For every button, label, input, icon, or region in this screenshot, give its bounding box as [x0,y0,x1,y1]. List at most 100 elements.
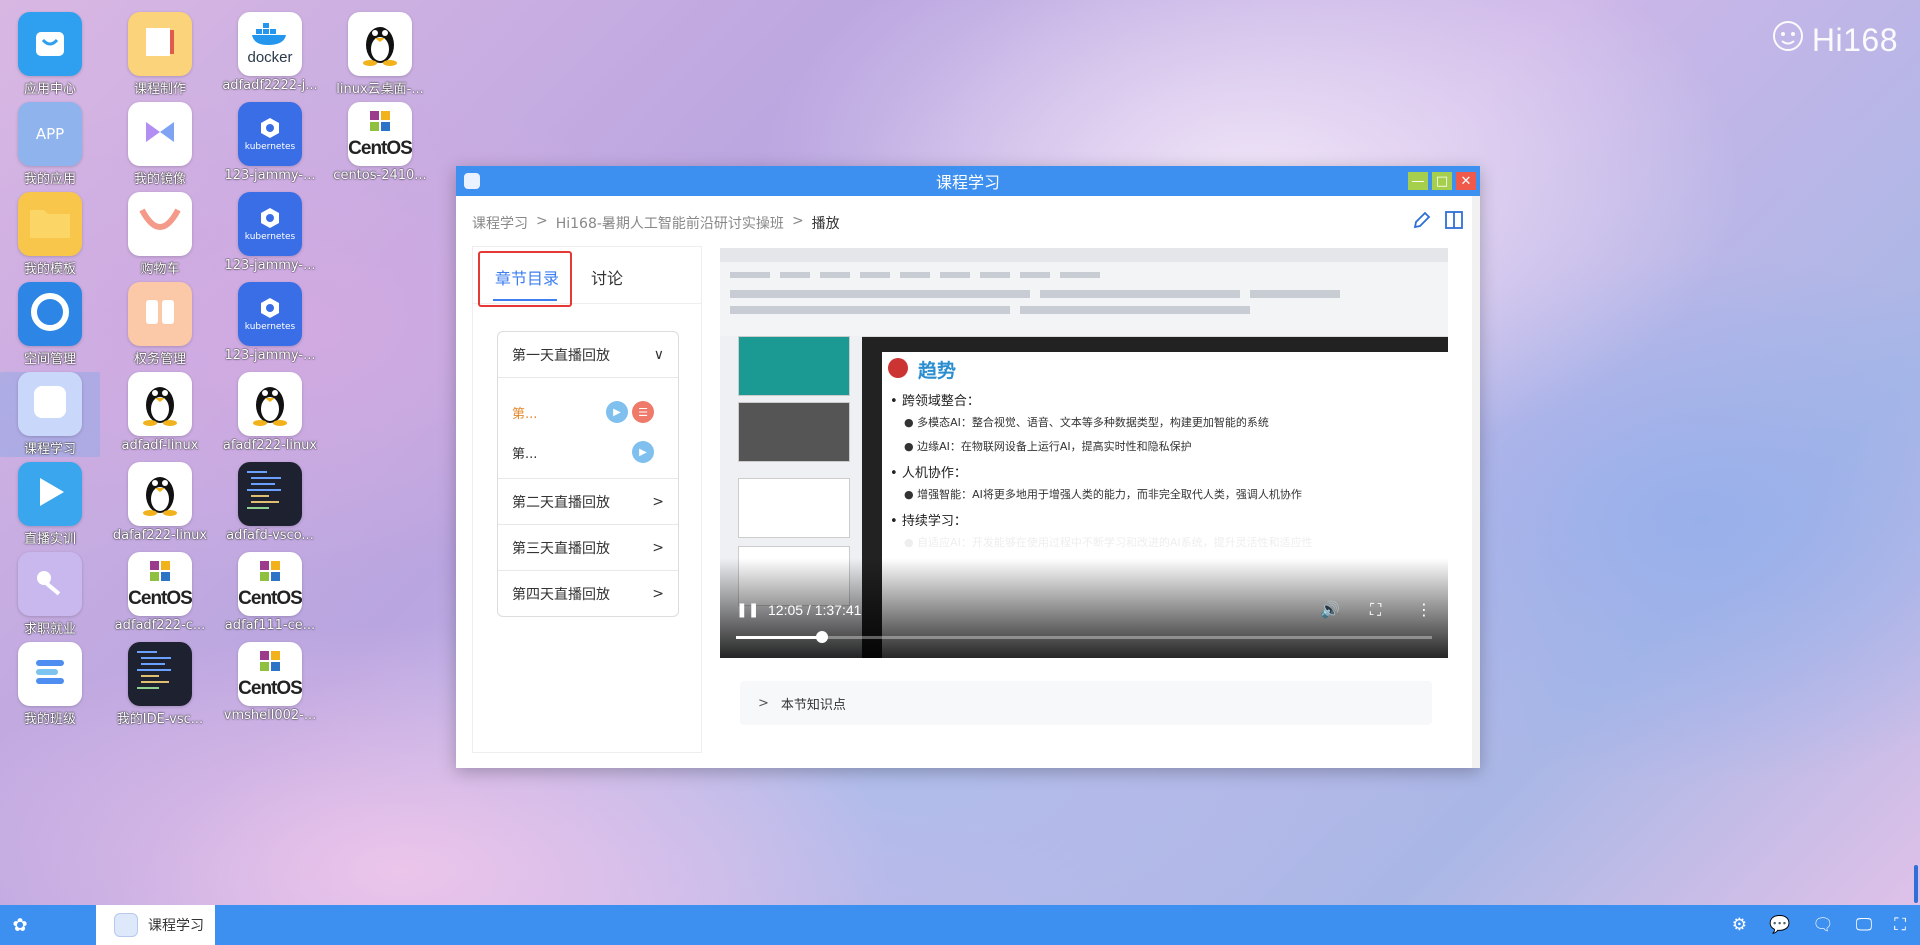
course-window: 课程学习 — □ ✕ 课程学习 > Hi168-暑期人工智能前沿研讨实操班 > … [456,166,1480,768]
desktop-scroll-indicator[interactable] [1914,865,1918,903]
maximize-button[interactable]: □ [1432,172,1452,190]
desktop-icon-ide[interactable]: adfafd-vsco... [220,462,320,543]
fullscreen-icon[interactable]: ⛶ [1370,600,1381,620]
chapter-item[interactable]: 第二天直播回放 > [498,479,678,525]
lesson-title: 第... [512,446,538,462]
chapter-item[interactable]: 第一天直播回放 ∨ [498,332,678,378]
desktop-icon-label: 我的模板 [23,262,76,277]
play-icon [32,474,68,514]
progress-knob[interactable] [815,631,828,643]
desktop-icon-linux[interactable]: dafaf222-linux [110,462,210,543]
desktop-icon-my-apps[interactable]: APP 我的应用 [0,102,100,187]
desktop-icon-label: adfadf222-c... [114,618,206,633]
desktop-icon-k8s[interactable]: kubernetes 123-jammy-... [220,282,320,363]
course-app-icon [114,913,138,937]
window-scrollbar[interactable] [1472,196,1480,768]
volume-icon[interactable]: 🔊 [1320,600,1340,619]
slide-title: 趋势 [918,360,957,382]
tux-icon [138,467,182,521]
chapter-item[interactable]: 第四天直播回放 > [498,571,678,616]
settings-icon[interactable]: ⚙ [1732,915,1747,935]
lesson-title: 第... [512,406,538,422]
chapter-title: 第二天直播回放 [512,494,610,511]
desktop-icon-tasks[interactable]: 权务管理 [110,282,210,367]
minimize-button[interactable]: — [1408,172,1428,190]
breadcrumb-item-course[interactable]: 课程学习 [472,213,528,233]
desktop-icon-space[interactable]: 空间管理 [0,282,100,367]
more-options-icon[interactable]: ⋮ [1416,600,1432,619]
close-button[interactable]: ✕ [1456,172,1476,190]
mirror-icon [140,112,180,156]
desktop-icon-label: 123-jammy-... [224,348,316,363]
chat-icon[interactable]: 🗨 [1812,915,1834,935]
desktop-icon-centos[interactable]: CentOS centos-2410... [330,102,430,183]
desktop-icon-linux[interactable]: linux云桌面-... [330,12,430,97]
kubernetes-icon [259,207,281,232]
tab-discussion[interactable]: 讨论 [591,265,623,289]
tab-chapters[interactable]: 章节目录 [495,265,559,289]
desktop-icon-folder[interactable]: 我的模板 [0,192,100,277]
folder-icon [28,204,72,244]
window-titlebar[interactable]: 课程学习 — □ ✕ [456,166,1480,196]
brand-name: Hi168 [1811,21,1898,58]
desktop-icon-cart[interactable]: 购物车 [110,192,210,277]
knowledge-points-section[interactable]: > 本节知识点 [740,681,1432,725]
window-title: 课程学习 [935,173,1000,192]
kubernetes-wordmark: kubernetes [244,321,296,332]
desktop-icon-linux[interactable]: afadf222-linux [220,372,320,453]
list-icon[interactable]: ☰ [632,401,654,423]
desktop-icon-jobs[interactable]: 求职就业 [0,552,100,637]
system-tray: ⚙ 💬 🗨 🖵 ⛶ [1732,915,1906,935]
lesson-item[interactable]: 第... ▶ ☰ [498,392,678,432]
course-icon [30,382,70,426]
chapter-item[interactable]: 第三天直播回放 > [498,525,678,571]
cloud-mascot-icon [1770,18,1806,62]
desktop-icon-centos[interactable]: CentOS adfadf222-c... [110,552,210,633]
desktop-icon-course-make[interactable]: 课程制作 [110,12,210,97]
desktop-icon-docker[interactable]: docker adfadf2222-j... [220,12,320,93]
knowledge-label: 本节知识点 [780,697,846,713]
video-player[interactable]: 趋势 • 跨领域整合： ● 多模态AI：整合视觉、语音、文本等多种数据类型，构建… [720,248,1448,658]
monitor-icon[interactable]: 🖵 [1856,915,1872,935]
desktop-icon-label: 我的IDE-vsc... [116,712,204,727]
chapter-title: 第四天直播回放 [512,586,610,603]
desktop-icon-k8s[interactable]: kubernetes 123-jammy-... [220,102,320,183]
desktop-icon-linux[interactable]: adfadf-linux [110,372,210,453]
app-store-icon: APP [35,125,65,143]
desktop-icon-centos[interactable]: CentOS adfaf111-ce... [220,552,320,633]
split-view-icon[interactable] [1444,210,1464,235]
video-time: 12:05 / 1:37:41 [768,602,862,618]
desktop-icon-label: adfadf-linux [121,438,199,453]
play-icon[interactable]: ▶ [632,441,654,463]
video-progress-bar[interactable] [736,631,1432,643]
video-controls: ❚❚ 12:05 / 1:37:41 🔊 ⛶ ⋮ [720,598,1448,658]
edit-icon[interactable] [1412,210,1432,235]
desktop-icon-app-center[interactable]: 应用中心 [0,12,100,97]
taskbar-app-course[interactable]: 课程学习 [96,905,215,945]
desktop-icon-k8s[interactable]: kubernetes 123-jammy-... [220,192,320,273]
desktop-icon-live[interactable]: 直播实训 [0,462,100,547]
wechat-icon[interactable]: 💬 [1769,915,1790,935]
desktop-icon-course[interactable]: 课程学习 [0,372,100,457]
desktop-icon-label: 空间管理 [23,352,76,367]
kubernetes-wordmark: kubernetes [244,231,296,242]
desktop-icon-ide[interactable]: 我的IDE-vsc... [110,642,210,727]
desktop-icon-class[interactable]: 我的班级 [0,642,100,727]
desktop-icon-label: linux云桌面-... [336,82,424,97]
fullscreen-icon[interactable]: ⛶ [1894,915,1906,935]
centos-logo-icon [257,558,283,588]
play-icon[interactable]: ▶ [606,401,628,423]
lesson-item[interactable]: 第... ▶ [498,432,678,472]
centos-logo-icon [147,558,173,588]
breadcrumb: 课程学习 > Hi168-暑期人工智能前沿研讨实操班 > 播放 [472,213,840,233]
desktop-icon-label: 购物车 [140,262,180,277]
desktop-icon-centos[interactable]: CentOS vmshell002-... [220,642,320,723]
active-tab-underline [493,299,557,301]
slide-line: ● 自适应AI：开发能够在使用过程中不断学习和改进的AI系统，提升灵活性和适应性 [904,536,1313,549]
centos-wordmark: CentOS [128,588,192,609]
desktop-icon-images[interactable]: 我的镜像 [110,102,210,187]
centos-logo-icon [367,108,393,138]
pause-icon[interactable]: ❚❚ [736,602,759,618]
start-menu-icon[interactable]: ✿ [8,913,32,937]
breadcrumb-item-class[interactable]: Hi168-暑期人工智能前沿研讨实操班 [556,213,784,233]
